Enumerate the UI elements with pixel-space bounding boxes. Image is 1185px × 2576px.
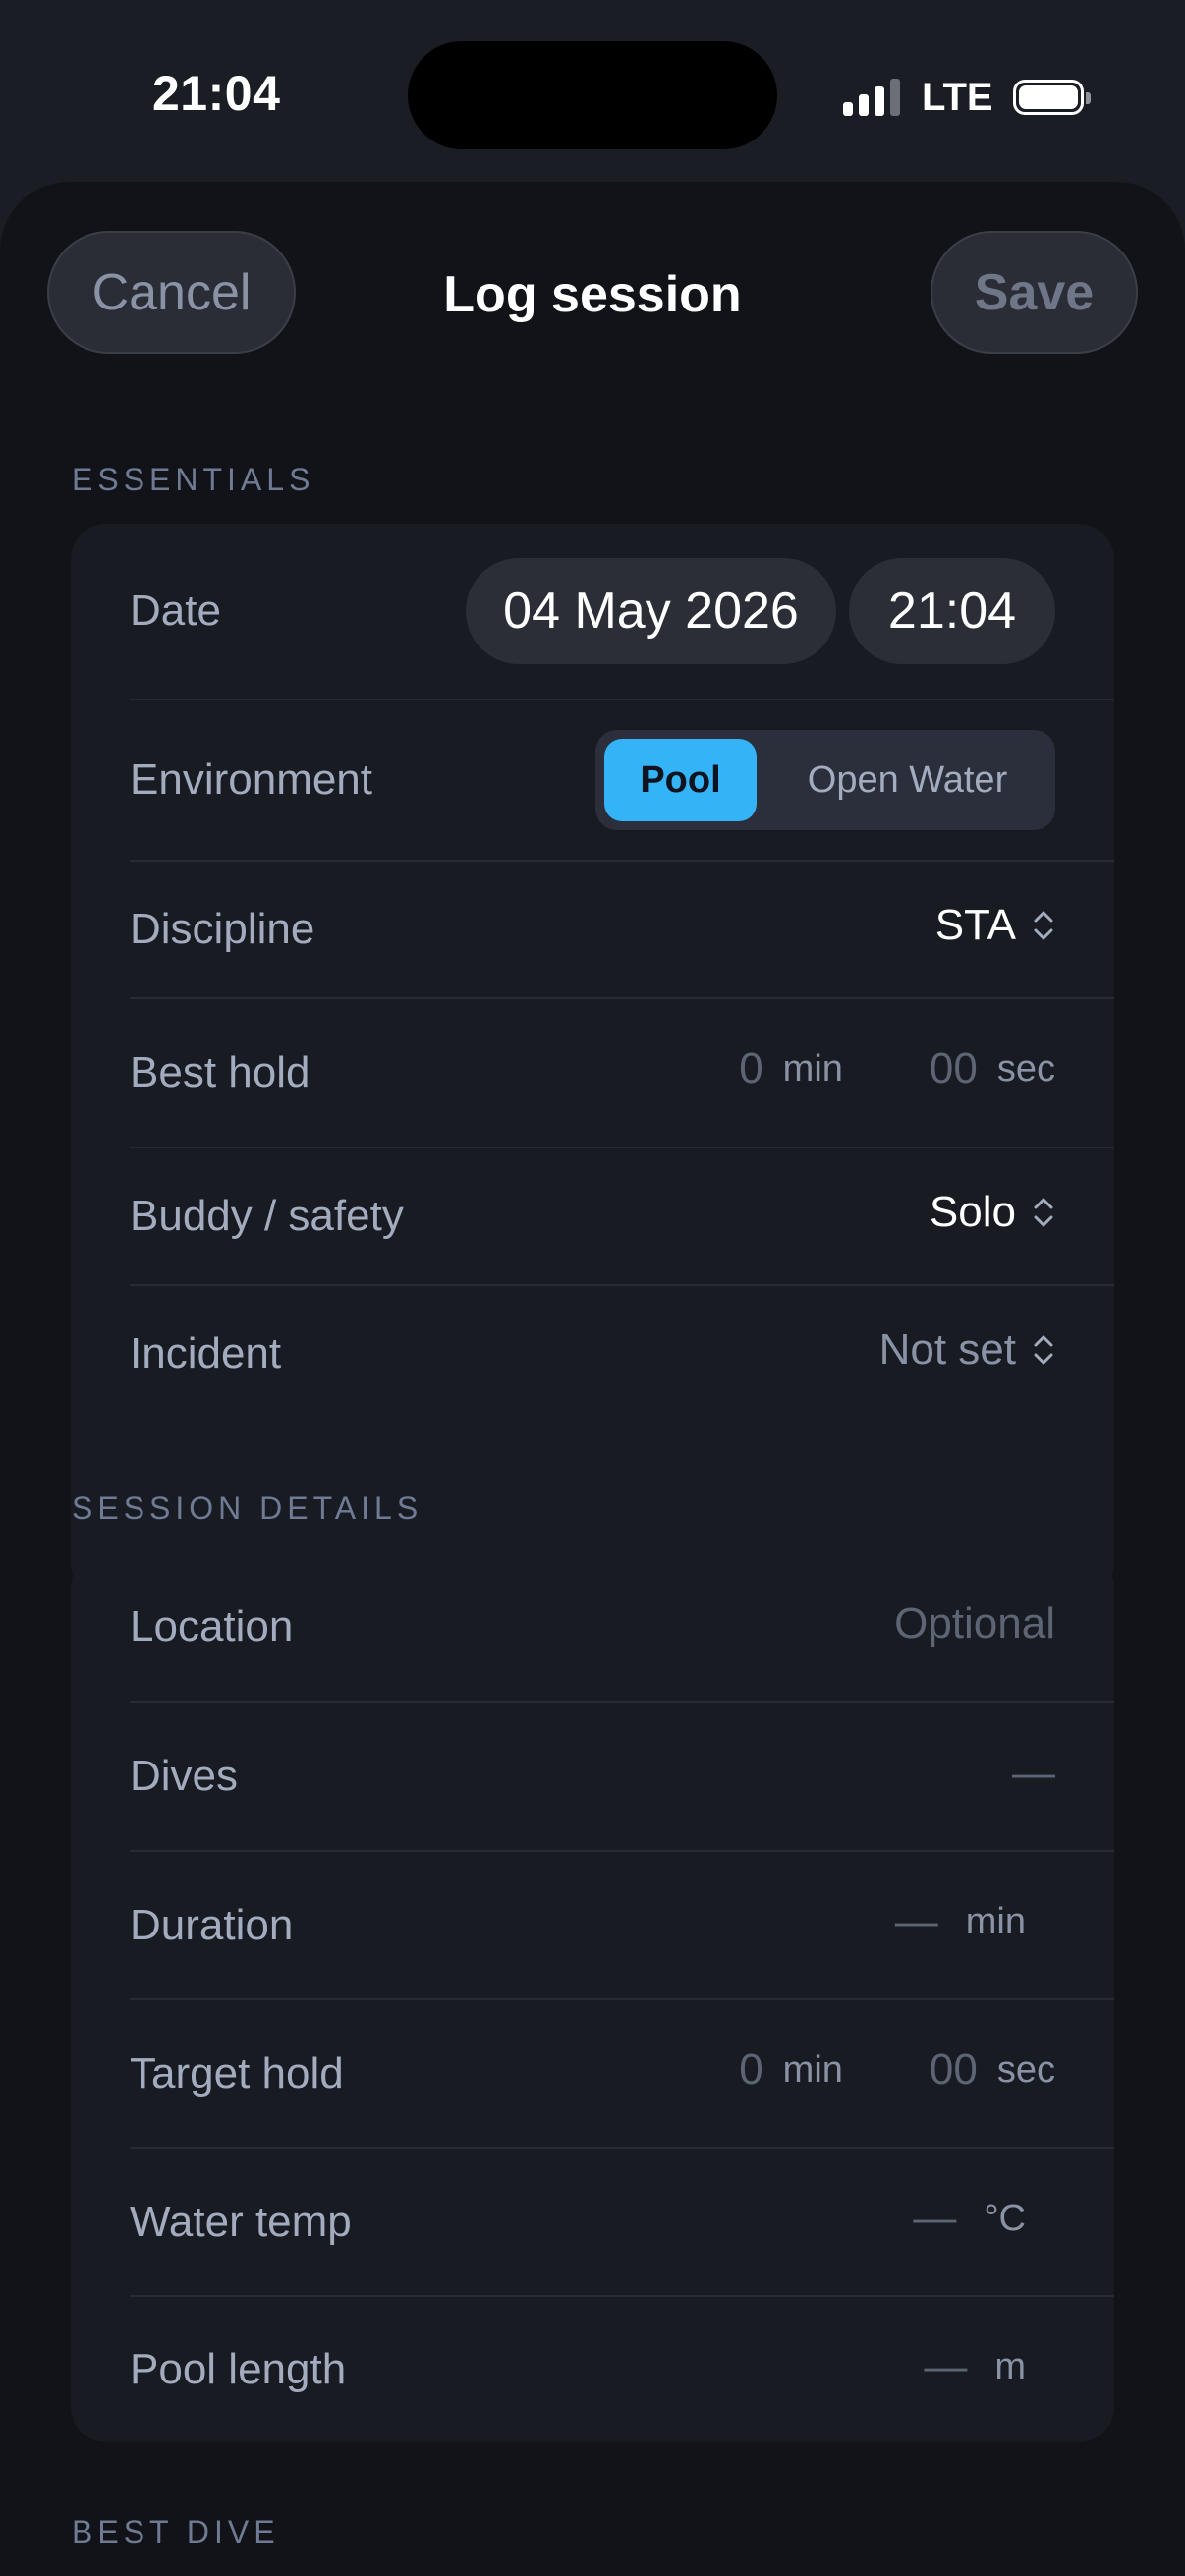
buddy-label: Buddy / safety — [130, 1192, 404, 1240]
segment-open-water[interactable]: Open Water — [767, 730, 1047, 830]
discipline-value: STA — [934, 901, 1016, 949]
dives-label: Dives — [130, 1752, 239, 1800]
battery-icon — [1012, 80, 1091, 115]
best-hold-min-input[interactable]: 0 — [739, 1044, 762, 1093]
target-hold-min-unit: min — [782, 2048, 843, 2091]
duration-input[interactable]: — — [895, 1897, 938, 1946]
chevron-up-down-icon — [1034, 1335, 1053, 1365]
buddy-value: Solo — [929, 1188, 1016, 1236]
date-label: Date — [130, 587, 221, 635]
dynamic-island — [408, 41, 777, 149]
discipline-label: Discipline — [130, 905, 315, 953]
pool-length-label: Pool length — [130, 2345, 347, 2393]
status-time: 21:04 — [152, 66, 281, 121]
segment-pool[interactable]: Pool — [604, 739, 757, 821]
incident-value: Not set — [878, 1325, 1016, 1373]
incident-label: Incident — [130, 1329, 282, 1377]
environment-label: Environment — [130, 756, 373, 804]
chevron-up-down-icon — [1034, 1198, 1053, 1227]
target-hold-sec-unit: sec — [996, 2048, 1055, 2091]
section-label-session-details: SESSION DETAILS — [72, 1490, 423, 1526]
section-label-best-dive: BEST DIVE — [72, 2514, 280, 2549]
session-details-card: Location Optional Dives — Duration — min… — [71, 1552, 1114, 2442]
network-label: LTE — [922, 75, 993, 119]
incident-picker[interactable]: Not set — [879, 1325, 1055, 1374]
section-label-essentials: ESSENTIALS — [72, 462, 315, 497]
date-picker-button[interactable]: 04 May 2026 — [466, 558, 836, 664]
pool-length-unit: m — [994, 2345, 1026, 2387]
time-picker-button[interactable]: 21:04 — [849, 558, 1055, 664]
water-temp-input[interactable]: — — [913, 2194, 956, 2243]
save-button[interactable]: Save — [931, 231, 1138, 354]
best-hold-label: Best hold — [130, 1048, 310, 1096]
dives-row: Dives — [130, 1703, 1114, 1850]
water-temp-unit: °C — [984, 2197, 1026, 2239]
best-hold-min-unit: min — [782, 1047, 843, 1090]
best-hold-sec-input[interactable]: 00 — [930, 1044, 978, 1093]
log-session-sheet: Cancel Log session Save ESSENTIALS Date … — [0, 182, 1185, 2576]
location-label: Location — [130, 1601, 294, 1651]
discipline-picker[interactable]: STA — [935, 901, 1055, 950]
pool-length-input[interactable]: — — [924, 2342, 967, 2391]
signal-icon — [843, 79, 900, 116]
target-hold-min-input[interactable]: 0 — [739, 2045, 762, 2095]
buddy-picker[interactable]: Solo — [930, 1188, 1055, 1237]
duration-label: Duration — [130, 1900, 294, 1949]
dives-input[interactable]: — — [1012, 1749, 1055, 1798]
essentials-card: Date 04 May 2026 21:04 Environment Pool … — [71, 524, 1114, 1598]
duration-unit: min — [965, 1900, 1026, 1942]
location-input[interactable]: Optional — [894, 1599, 1055, 1649]
environment-segmented-control: Pool Open Water — [595, 730, 1055, 830]
chevron-up-down-icon — [1034, 911, 1053, 940]
best-hold-sec-unit: sec — [996, 1047, 1055, 1090]
water-temp-label: Water temp — [130, 2197, 352, 2246]
status-indicators: LTE — [843, 73, 1091, 122]
target-hold-label: Target hold — [130, 2048, 344, 2098]
target-hold-sec-input[interactable]: 00 — [930, 2045, 978, 2095]
